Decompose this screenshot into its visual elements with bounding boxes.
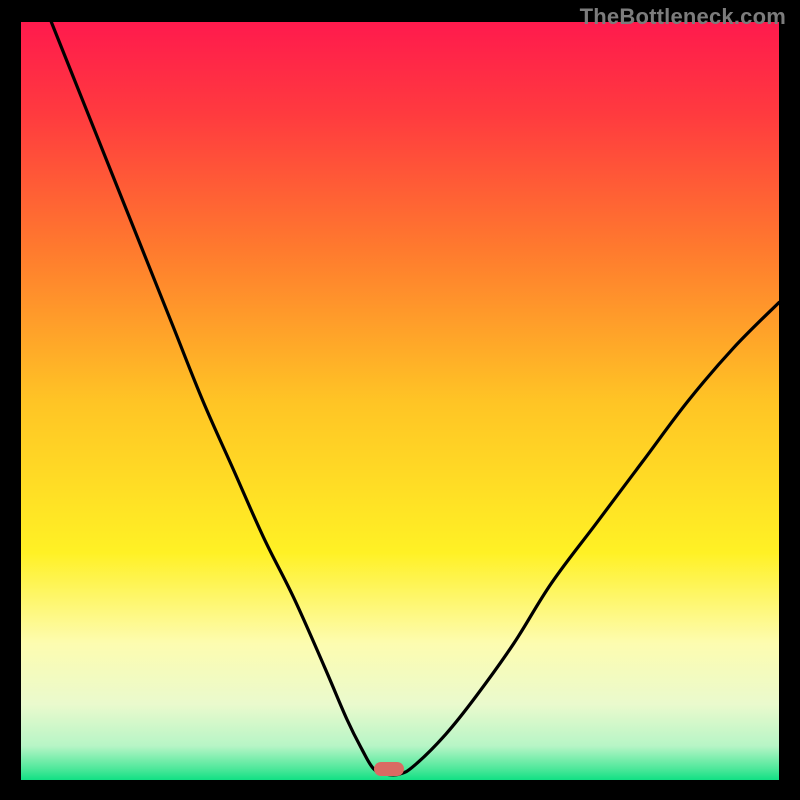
plot-area: [21, 22, 779, 780]
bottleneck-curve: [21, 22, 779, 780]
optimal-marker: [374, 762, 404, 776]
chart-stage: TheBottleneck.com: [0, 0, 800, 800]
watermark-text: TheBottleneck.com: [580, 4, 786, 30]
